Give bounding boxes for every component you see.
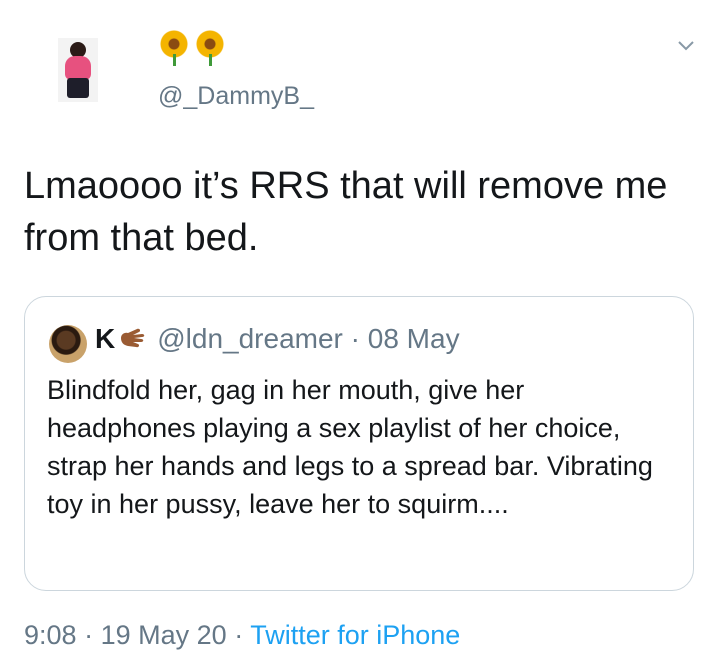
sunflower-icon	[194, 30, 226, 66]
quoted-handle: @ldn_dreamer	[157, 323, 343, 354]
user-handle[interactable]: @_DammyB_	[158, 82, 314, 111]
quoted-tweet-card[interactable]: K @ldn_dreamer · 08 May Blindfold her, g…	[24, 296, 694, 591]
quoted-text: Blindfold her, gag in her mouth, give he…	[47, 375, 653, 519]
chevron-down-icon[interactable]	[676, 36, 696, 56]
tweet-date: 19 May 20	[100, 620, 227, 650]
meta-separator: ·	[234, 620, 244, 650]
quoted-header: K @ldn_dreamer · 08 May	[95, 323, 460, 355]
quoted-date: 08 May	[367, 323, 460, 354]
quoted-separator: ·	[350, 323, 360, 354]
display-name[interactable]	[158, 30, 226, 66]
profile-avatar[interactable]	[58, 38, 98, 102]
sunflower-icon	[158, 30, 190, 66]
tweet-source-link[interactable]: Twitter for iPhone	[250, 620, 460, 650]
quoted-name: K	[95, 323, 116, 354]
tweet-time: 9:08	[24, 620, 77, 650]
tweet-text: Lmaoooo it’s RRS that will remove me fro…	[24, 165, 668, 259]
tweet-meta: 9:08 · 19 May 20 · Twitter for iPhone	[24, 620, 460, 651]
quoted-avatar	[49, 325, 87, 363]
hand-icon	[121, 328, 145, 348]
meta-separator: ·	[84, 620, 94, 650]
